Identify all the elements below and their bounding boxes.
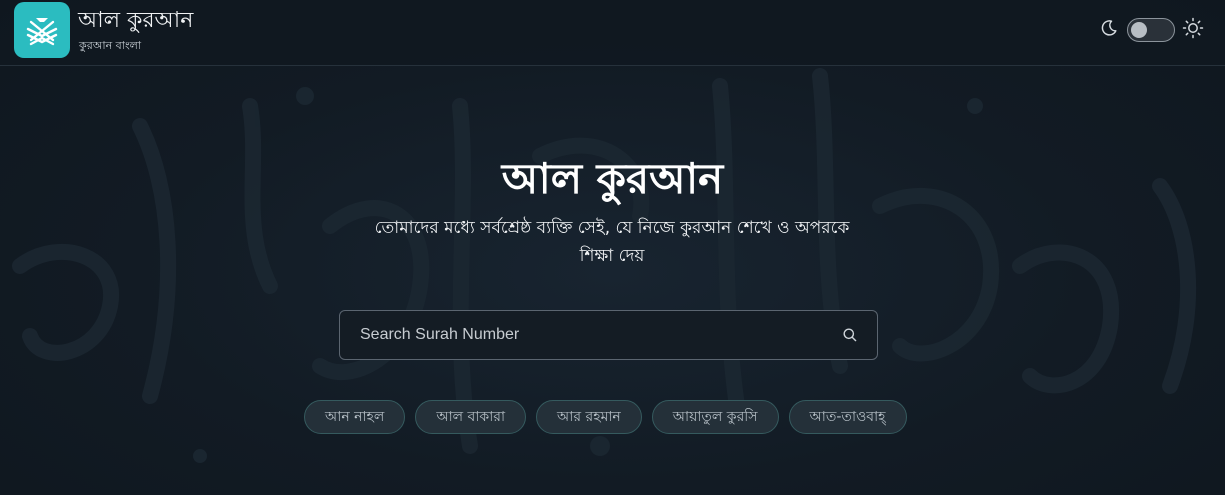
theme-toggle[interactable] (1127, 18, 1175, 42)
quick-link-ar-rahman[interactable]: আর রহমান (536, 400, 642, 434)
brand-title[interactable]: আল কুরআন (78, 6, 193, 36)
theme-toggle-knob (1131, 22, 1147, 38)
quran-book-icon[interactable] (14, 2, 70, 58)
search-icon[interactable] (842, 327, 858, 343)
quick-link-al-baqarah[interactable]: আল বাকারা (415, 400, 527, 434)
quick-link-at-tawbah[interactable]: আত-তাওবাহ্‌ (788, 400, 907, 434)
hero-subtitle: তোমাদের মধ্যে সর্বশ্রেষ্ঠ ব্যক্তি সেই, য… (374, 218, 850, 266)
quick-surah-links: আন নাহল আল বাকারা আর রহমান আয়াতুল কুরসি… (304, 400, 907, 434)
moon-icon (1101, 20, 1117, 36)
quick-link-ayatul-kursi[interactable]: আয়াতুল কুরসি (651, 400, 779, 434)
quick-link-an-nahl[interactable]: আন নাহল (304, 400, 406, 434)
sun-icon (1182, 17, 1204, 39)
hero-title: আল কুরআন (501, 154, 724, 203)
surah-search-input[interactable] (340, 311, 820, 359)
top-header: আল কুরআন কুরআন বাংলা (0, 0, 1225, 66)
surah-search-box (339, 310, 878, 360)
page: আল কুরআন কুরআন বাংলা আল কুরআন তোমাদের মধ… (0, 0, 1225, 495)
brand-subtitle: কুরআন বাংলা (79, 39, 142, 52)
